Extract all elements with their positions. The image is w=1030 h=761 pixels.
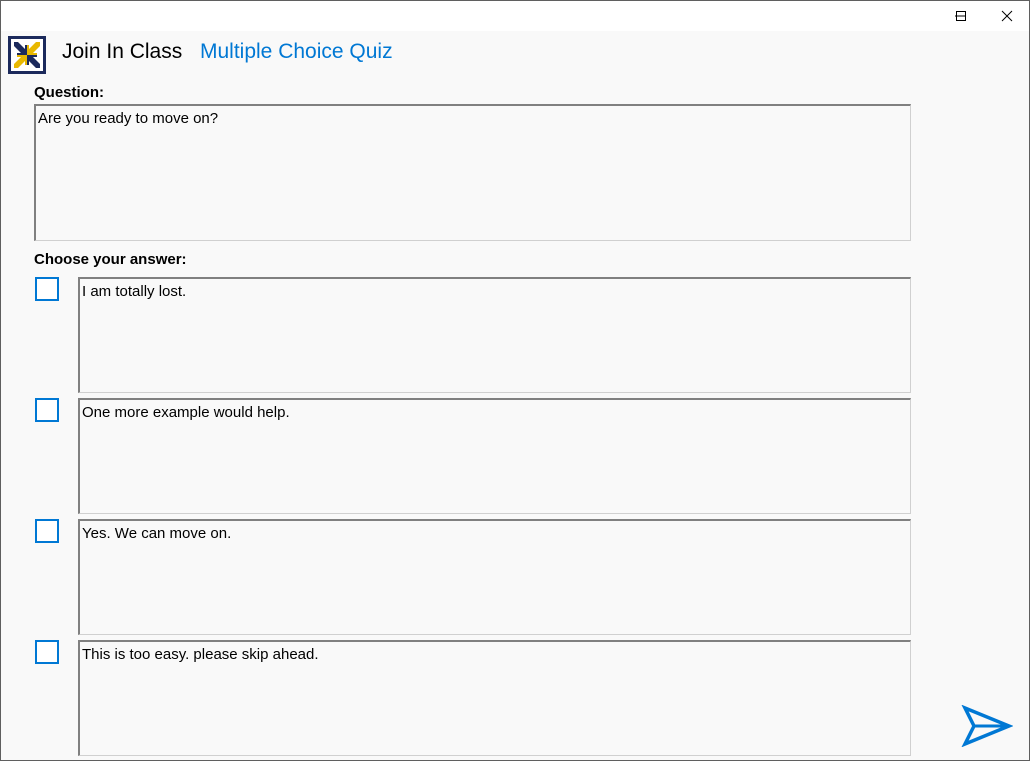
answer-textbox-3[interactable]: Yes. We can move on. — [78, 519, 911, 635]
app-header: Join In Class Multiple Choice Quiz — [1, 31, 1029, 79]
answer-textbox-1[interactable]: I am totally lost. — [78, 277, 911, 393]
answer-text-3: Yes. We can move on. — [82, 525, 232, 542]
submit-answer-button[interactable] — [959, 704, 1015, 752]
question-text: Are you ready to move on? — [38, 110, 219, 127]
answer-textbox-2[interactable]: One more example would help. — [78, 398, 911, 514]
answer-text-1: I am totally lost. — [82, 283, 187, 300]
close-button[interactable] — [984, 1, 1029, 31]
answer-checkbox-4[interactable] — [35, 640, 59, 664]
question-textbox[interactable]: Are you ready to move on? — [34, 104, 911, 241]
maximize-icon — [955, 10, 967, 22]
app-name: Join In Class — [62, 40, 183, 63]
answers-label: Choose your answer: — [34, 251, 187, 268]
answer-text-4: This is too easy. please skip ahead. — [82, 646, 319, 663]
answer-checkbox-3[interactable] — [35, 519, 59, 543]
join-in-class-logo-icon — [8, 36, 46, 74]
answer-checkbox-1[interactable] — [35, 277, 59, 301]
answer-text-2: One more example would help. — [82, 404, 290, 421]
answer-textbox-4[interactable]: This is too easy. please skip ahead. — [78, 640, 911, 756]
close-icon — [1001, 10, 1013, 22]
send-icon — [961, 704, 1014, 752]
question-label: Question: — [34, 84, 104, 101]
app-window: Join In Class Multiple Choice Quiz Quest… — [0, 0, 1030, 761]
title-bar — [1, 1, 1029, 31]
answer-checkbox-2[interactable] — [35, 398, 59, 422]
quiz-type-title: Multiple Choice Quiz — [200, 40, 393, 63]
maximize-button[interactable] — [938, 1, 984, 31]
